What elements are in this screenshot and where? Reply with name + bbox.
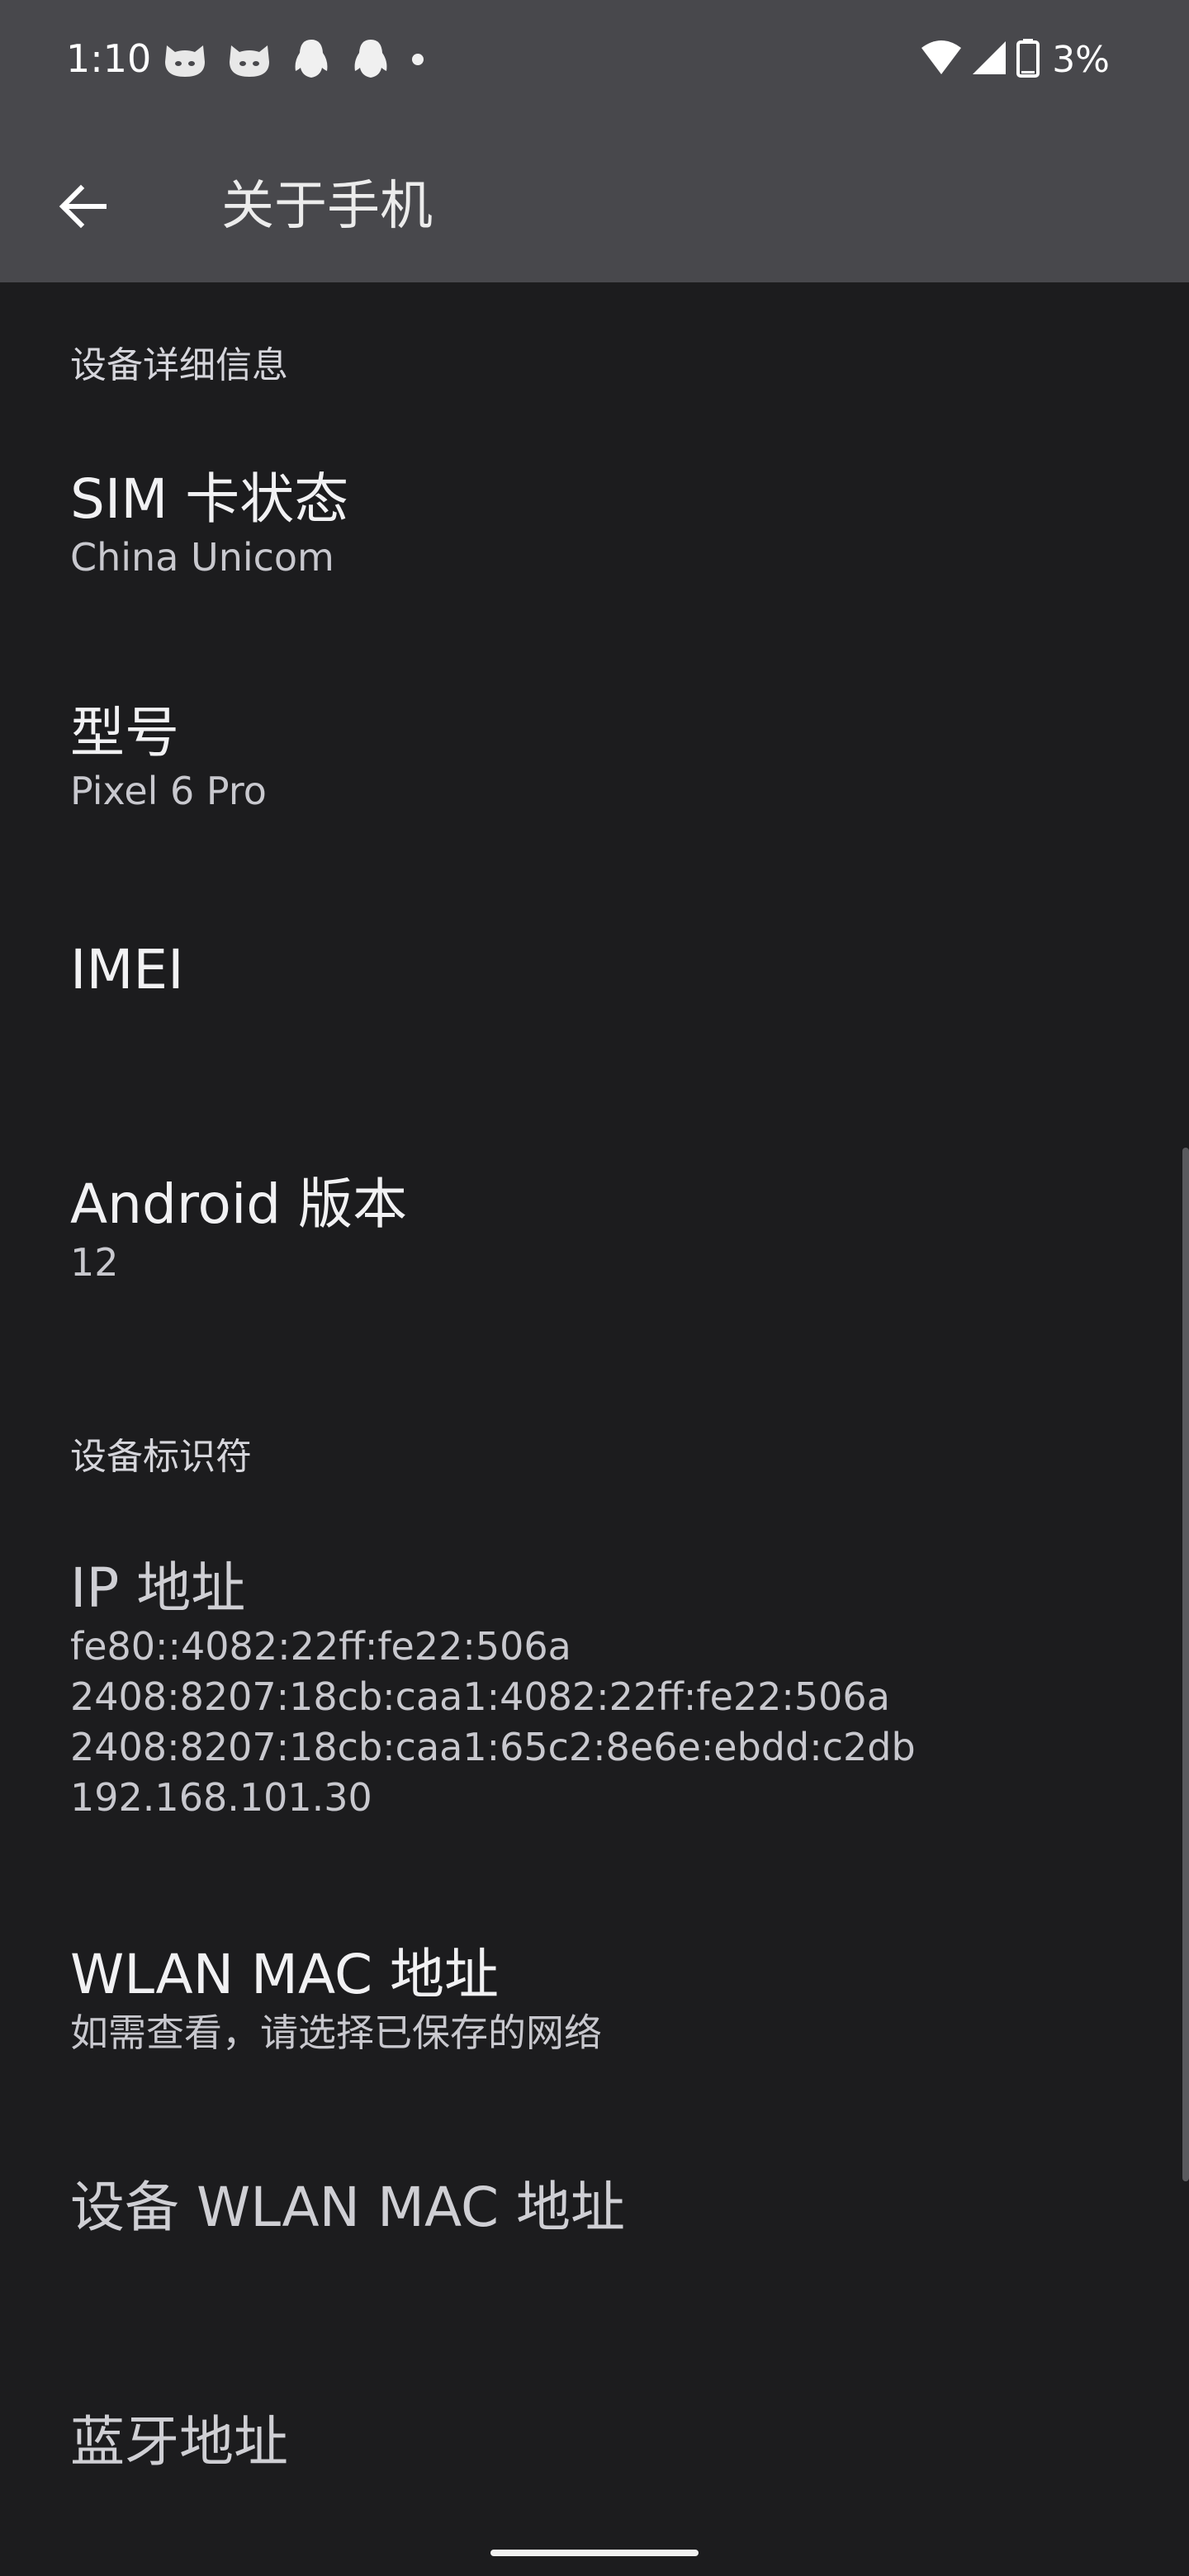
list-item-imei[interactable]: IMEI (70, 937, 1144, 1003)
section-header-device-details: 设备详细信息 (70, 344, 288, 386)
battery-icon (1016, 38, 1040, 81)
device-wlan-mac-title: 设备 WLAN MAC 地址 (70, 2176, 626, 2239)
signal-icon (971, 40, 1007, 79)
sim-status-title: SIM 卡状态 (70, 467, 349, 531)
wifi-icon (920, 40, 963, 79)
ip-address-line: 2408:8207:18cb:caa1:4082:22ff:fe22:506a (70, 1674, 890, 1719)
model-title: 型号 (70, 701, 179, 765)
android-version-title: Android 版本 (70, 1172, 408, 1236)
android-version-summary: 12 (70, 1240, 119, 1285)
notification-icons (162, 36, 426, 83)
home-indicator[interactable] (490, 2550, 699, 2556)
sim-status-summary: China Unicom (70, 535, 334, 580)
model-summary: Pixel 6 Pro (70, 769, 267, 813)
status-bar: 1:10 3% (0, 0, 1189, 121)
ip-address-line: 2408:8207:18cb:caa1:65c2:8e6e:ebdd:c2db (70, 1725, 916, 1769)
arrow-back-icon (58, 183, 107, 233)
list-item-ip-address[interactable]: IP 地址 fe80::4082:22ff:fe22:506a 2408:820… (70, 1556, 1144, 1823)
back-button[interactable] (43, 168, 122, 248)
ip-address-line: 192.168.101.30 (70, 1775, 372, 1820)
bluetooth-address-title: 蓝牙地址 (70, 2410, 288, 2474)
list-item-android-version[interactable]: Android 版本 12 (70, 1172, 1144, 1288)
cat-app-icon (162, 39, 208, 80)
ip-address-title: IP 地址 (70, 1556, 246, 1620)
dot-icon (410, 51, 426, 68)
about-phone-screen: 1:10 3% 关于手机 设备详细信息 SIM 卡状态 China Unicom… (0, 0, 1189, 2576)
status-system-icons: 3% (920, 36, 1110, 83)
cat-app-icon (226, 39, 272, 80)
list-item-device-wlan-mac[interactable]: 设备 WLAN MAC 地址 (70, 2175, 1144, 2241)
wlan-mac-summary: 如需查看，请选择已保存的网络 (70, 2010, 602, 2055)
page-title: 关于手机 (221, 176, 433, 237)
app-bar: 关于手机 (0, 121, 1189, 282)
section-header-device-identifiers: 设备标识符 (70, 1436, 252, 1478)
imei-title: IMEI (70, 938, 184, 1002)
list-item-wlan-mac[interactable]: WLAN MAC 地址 如需查看，请选择已保存的网络 (70, 1942, 1144, 2058)
ip-address-line: fe80::4082:22ff:fe22:506a (70, 1624, 571, 1669)
battery-percentage: 3% (1052, 38, 1110, 81)
list-item-model[interactable]: 型号 Pixel 6 Pro (70, 700, 1144, 817)
list-item-sim-status[interactable]: SIM 卡状态 China Unicom (70, 466, 1144, 583)
wlan-mac-title: WLAN MAC 地址 (70, 1943, 500, 2006)
scrollbar[interactable] (1182, 1148, 1189, 2181)
status-time: 1:10 (66, 36, 152, 81)
list-item-bluetooth-address[interactable]: 蓝牙地址 (70, 2409, 1144, 2475)
qq-penguin-icon (350, 36, 391, 83)
qq-penguin-icon (291, 36, 332, 83)
